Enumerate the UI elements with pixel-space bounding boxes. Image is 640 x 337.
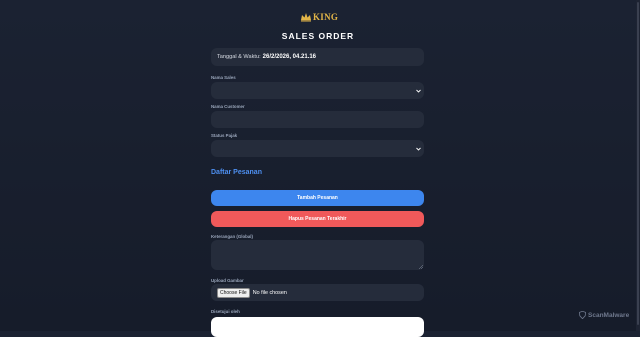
keterangan-textarea[interactable] — [211, 240, 424, 270]
status-pajak-select[interactable] — [211, 140, 424, 157]
resize-handle-icon[interactable] — [419, 265, 423, 269]
approval-signature-box[interactable] — [211, 317, 424, 337]
status-pajak-label: Status Pajak — [211, 133, 238, 138]
sales-order-page: KING SALES ORDER Tanggal & Waktu: 26/2/2… — [0, 0, 640, 337]
upload-label: Upload Gambar — [211, 278, 244, 283]
brand-logo-text: KING — [313, 12, 339, 22]
nama-sales-label: Nama Sales — [211, 75, 236, 80]
page-title: SALES ORDER — [281, 31, 355, 41]
choose-file-button[interactable]: Choose File — [217, 287, 250, 298]
daftar-pesanan-heading: Daftar Pesanan — [211, 169, 262, 176]
datetime-label: Tanggal & Waktu: — [217, 54, 261, 60]
add-order-button[interactable]: Tambah Pesanan — [211, 190, 424, 206]
approval-label: Disetujui oleh — [211, 309, 240, 314]
datetime-box: Tanggal & Waktu: 26/2/2026, 04.21.16 — [211, 48, 424, 66]
nama-customer-input[interactable] — [211, 111, 424, 128]
keterangan-label: Keterangan (Global) — [211, 234, 253, 239]
chevron-down-icon — [416, 147, 421, 151]
scrollbar-thumb[interactable] — [637, 2, 639, 325]
brand-logo: KING — [300, 9, 340, 25]
watermark-text: ScanMalware — [588, 311, 630, 319]
crown-icon — [301, 13, 311, 22]
remove-last-order-button[interactable]: Hapus Pesanan Terakhir — [211, 211, 424, 227]
datetime-value: 26/2/2026, 04.21.16 — [262, 54, 317, 60]
upload-status: No file chosen — [252, 289, 287, 296]
upload-field: Choose File No file chosen — [211, 284, 424, 301]
nama-customer-label: Nama Customer — [211, 104, 245, 109]
shield-icon — [579, 311, 586, 319]
watermark: ScanMalware — [579, 311, 629, 319]
nama-sales-select[interactable] — [211, 82, 424, 99]
chevron-down-icon — [416, 89, 421, 93]
